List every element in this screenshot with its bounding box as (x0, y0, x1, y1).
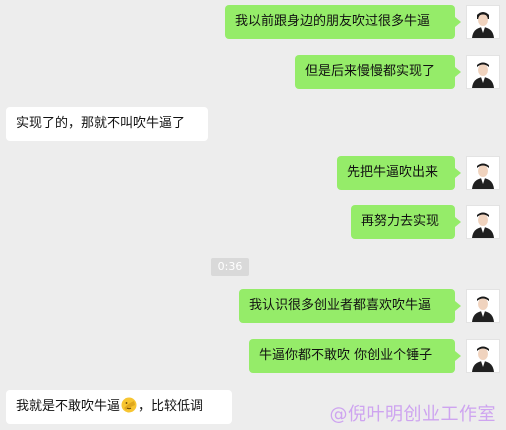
person-icon (467, 6, 499, 38)
timestamp: 0:36 (211, 258, 249, 276)
avatar[interactable] (466, 55, 500, 89)
person-icon (467, 157, 499, 189)
message-bubble-outgoing[interactable]: 再努力去实现 (351, 205, 461, 239)
person-icon (467, 340, 499, 372)
avatar[interactable] (466, 289, 500, 323)
message-bubble-incoming[interactable]: 我就是不敢吹牛逼 ，比较低调 (6, 390, 232, 424)
avatar[interactable] (466, 156, 500, 190)
avatar[interactable] (466, 5, 500, 39)
watermark: @倪叶明创业工作室 (329, 404, 496, 425)
chat-area: 我以前跟身边的朋友吹过很多牛逼 但是后来慢慢都实现了 实现了的，那就不叫吹牛逼了… (0, 0, 506, 430)
message-bubble-outgoing[interactable]: 我以前跟身边的朋友吹过很多牛逼 (225, 5, 461, 39)
message-text: 我就是不敢吹牛逼 (16, 399, 121, 414)
message-text: ，比较低调 (138, 399, 204, 414)
avatar[interactable] (466, 205, 500, 239)
message-bubble-outgoing[interactable]: 牛逼你都不敢吹 你创业个锤子 (249, 339, 461, 373)
person-icon (467, 206, 499, 238)
person-icon (467, 56, 499, 88)
facepalm-emoji-icon (121, 397, 137, 413)
person-icon (467, 290, 499, 322)
message-bubble-outgoing[interactable]: 但是后来慢慢都实现了 (295, 55, 461, 89)
message-bubble-outgoing[interactable]: 先把牛逼吹出来 (337, 156, 461, 190)
avatar[interactable] (466, 339, 500, 373)
message-bubble-incoming[interactable]: 实现了的，那就不叫吹牛逼了 (6, 107, 208, 141)
message-bubble-outgoing[interactable]: 我认识很多创业者都喜欢吹牛逼 (239, 289, 461, 323)
